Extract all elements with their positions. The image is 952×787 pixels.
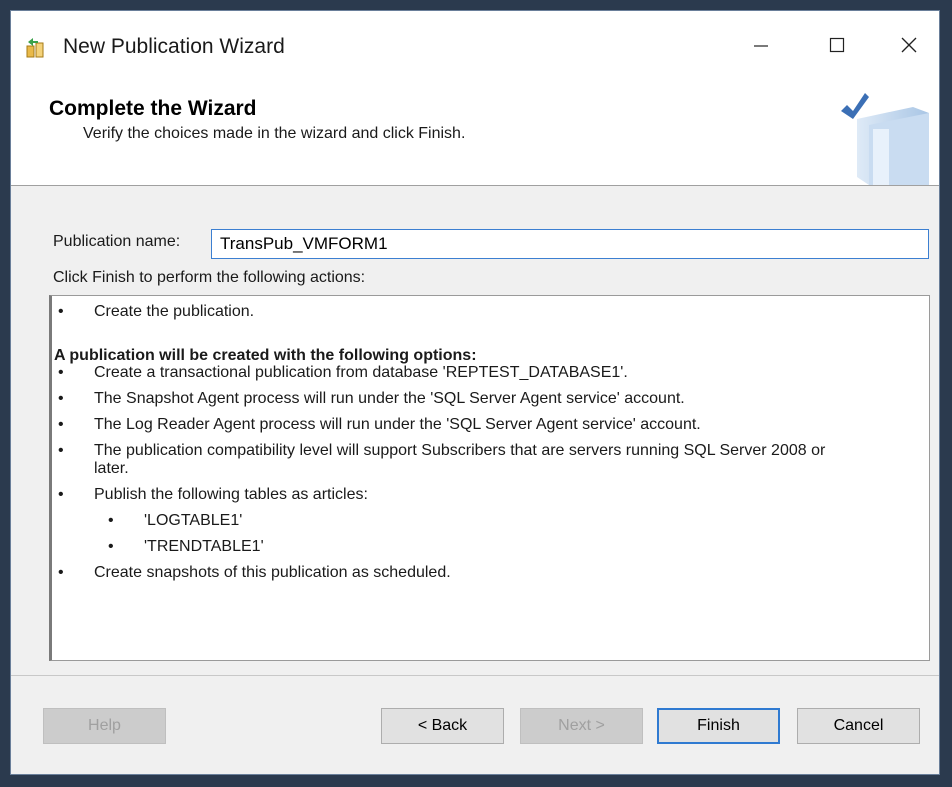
wizard-window: New Publication Wizard Complete the Wiza… (10, 10, 940, 775)
maximize-icon (829, 37, 845, 58)
maximize-button[interactable] (807, 25, 867, 69)
title-bar: New Publication Wizard (11, 11, 939, 81)
minimize-icon (753, 37, 769, 58)
actions-summary[interactable]: • Create the publication. A publication … (49, 295, 930, 661)
window-title: New Publication Wizard (63, 35, 285, 58)
publication-name-label: Publication name: (53, 233, 181, 250)
close-icon (900, 36, 918, 59)
page-subtitle: Verify the choices made in the wizard an… (83, 125, 466, 142)
page-title: Complete the Wizard (49, 97, 257, 120)
close-button[interactable] (879, 25, 939, 69)
wizard-header: Complete the Wizard Verify the choices m… (11, 81, 939, 186)
sql-server-replication-icon (25, 37, 47, 59)
next-button[interactable]: Next > (520, 708, 643, 744)
finish-button[interactable]: Finish (657, 708, 780, 744)
publication-name-input[interactable] (211, 229, 929, 259)
book-checkmark-icon (829, 89, 937, 185)
back-button[interactable]: < Back (381, 708, 504, 744)
cancel-button[interactable]: Cancel (797, 708, 920, 744)
help-button[interactable]: Help (43, 708, 166, 744)
actions-label: Click Finish to perform the following ac… (53, 269, 366, 286)
minimize-button[interactable] (731, 25, 791, 69)
